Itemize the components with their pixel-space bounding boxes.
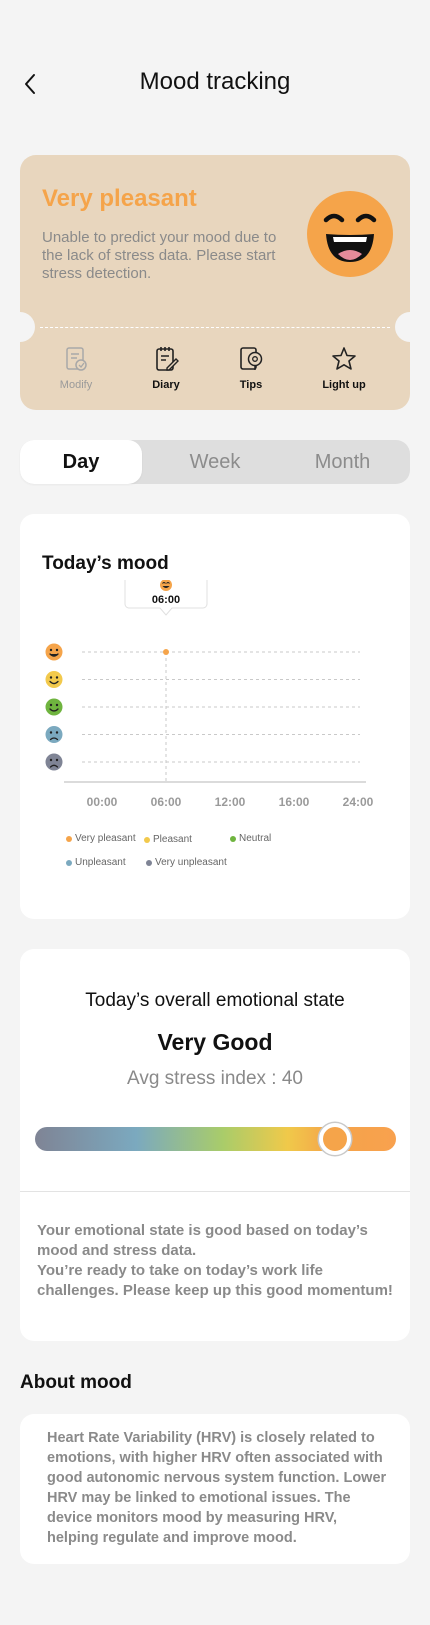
tab-day[interactable]: Day xyxy=(20,440,142,484)
current-mood-label: Very pleasant xyxy=(42,185,197,212)
ticket-divider xyxy=(40,327,390,328)
legend-label: Very unpleasant xyxy=(155,857,227,868)
x-tick-label: 06:00 xyxy=(151,795,182,809)
mood-level-2-icon xyxy=(45,671,63,688)
legend-label: Neutral xyxy=(239,833,272,844)
emoji-eye xyxy=(49,731,53,734)
emoji-eye xyxy=(49,703,53,707)
ticket-notch-left xyxy=(5,312,35,342)
state-divider xyxy=(20,1191,410,1192)
emotion-slider-knob[interactable] xyxy=(318,1123,351,1155)
legend-label: Unpleasant xyxy=(75,857,126,868)
legend-item: Pleasant xyxy=(144,834,230,845)
mood-description: Unable to predict your mood due to the l… xyxy=(42,229,277,282)
modify-label: Modify xyxy=(59,379,93,391)
legend-item: Very pleasant xyxy=(66,832,144,845)
tab-month[interactable]: Month xyxy=(280,440,405,484)
tooltip-time: 06:00 xyxy=(152,594,180,606)
emoji-eye xyxy=(49,758,53,762)
very-pleasant-emoji-icon xyxy=(307,191,393,277)
emoji-eye xyxy=(55,703,59,707)
legend-dot xyxy=(230,835,236,842)
mood-level-4-icon xyxy=(45,726,63,743)
chart-legend: Very pleasant Pleasant Neutral xyxy=(66,832,290,845)
x-tick-label: 00:00 xyxy=(87,795,118,809)
mood-level-5-icon xyxy=(45,753,63,771)
emotional-state-title: Today’s overall emotional state xyxy=(85,990,345,1011)
tips-icon xyxy=(240,347,263,370)
modify-button[interactable]: Modify xyxy=(31,345,121,391)
chart-legend-row-2: Unpleasant Very unpleasant xyxy=(66,857,246,868)
emotional-state-message-line-1: Your emotional state is good based on to… xyxy=(37,1222,368,1259)
star-icon xyxy=(332,347,356,370)
x-tick-label: 16:00 xyxy=(279,795,310,809)
emotional-state-message: Your emotional state is good based on to… xyxy=(37,1221,397,1301)
emoji-eye xyxy=(49,648,53,652)
chart-tooltip: 06:00 xyxy=(124,580,208,616)
about-mood-title: About mood xyxy=(20,1372,132,1393)
avg-stress-index: Avg stress index : 40 xyxy=(126,1068,304,1089)
emoji-face xyxy=(45,753,63,771)
emoji-face xyxy=(45,726,63,743)
ticket-notch-right xyxy=(395,312,425,342)
mood-level-1-icon xyxy=(45,643,63,661)
legend-item: Unpleasant xyxy=(66,857,146,868)
emoji-eye xyxy=(55,648,59,652)
legend-label: Pleasant xyxy=(153,834,192,845)
page-title: Mood tracking xyxy=(139,68,291,95)
light-up-label: Light up xyxy=(322,379,366,391)
tab-week[interactable]: Week xyxy=(150,440,280,484)
diary-label: Diary xyxy=(152,379,180,391)
mood-level-3-icon xyxy=(45,698,63,716)
legend-label: Very pleasant xyxy=(75,833,136,844)
legend-dot xyxy=(144,836,150,843)
light-up-button[interactable]: Light up xyxy=(299,345,389,391)
legend-dot xyxy=(146,859,152,866)
legend-item: Very unpleasant xyxy=(146,857,246,868)
emoji-face xyxy=(45,671,63,688)
edit-document-icon xyxy=(66,347,87,371)
todays-mood-title: Today’s mood xyxy=(42,553,169,574)
emotional-state-value: Very Good xyxy=(157,1029,273,1055)
emoji-eye xyxy=(55,731,59,734)
emoji-face xyxy=(45,698,63,716)
about-mood-text: Heart Rate Variability (HRV) is closely … xyxy=(47,1430,387,1546)
emoji-eye xyxy=(49,676,53,679)
x-tick-label: 12:00 xyxy=(215,795,246,809)
legend-dot xyxy=(66,835,72,842)
emoji-eye xyxy=(55,676,59,679)
diary-icon xyxy=(156,347,179,371)
tips-button[interactable]: Tips xyxy=(206,345,296,391)
legend-item: Neutral xyxy=(230,832,290,845)
emoji-eye xyxy=(55,758,59,762)
data-point xyxy=(163,649,169,655)
x-tick-label: 24:00 xyxy=(343,795,374,809)
diary-button[interactable]: Diary xyxy=(121,345,211,391)
emoji-mouth xyxy=(49,653,59,657)
legend-dot xyxy=(66,859,72,866)
emotional-state-message-line-2: You’re ready to take on today’s work lif… xyxy=(37,1262,393,1299)
emoji-face xyxy=(45,643,63,661)
tips-label: Tips xyxy=(239,379,263,391)
